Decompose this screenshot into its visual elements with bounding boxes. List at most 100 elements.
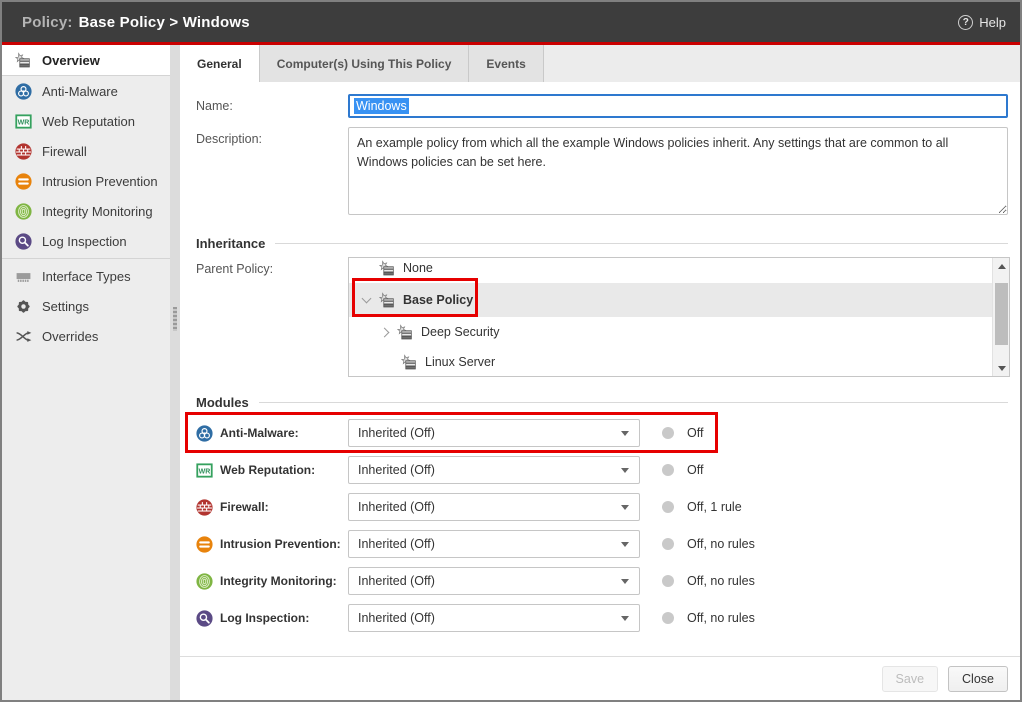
tree-item-linux-server[interactable]: Linux Server	[349, 347, 992, 376]
sidebar-item-overrides[interactable]: Overrides	[2, 321, 170, 351]
name-input-selected-text: Windows	[354, 98, 409, 114]
scroll-down-icon	[998, 366, 1006, 371]
sidebar-separator	[2, 258, 170, 259]
tab-computers-using-policy[interactable]: Computer(s) Using This Policy	[260, 45, 470, 82]
tab-bar: General Computer(s) Using This Policy Ev…	[180, 45, 1020, 82]
scroll-down-button[interactable]	[993, 360, 1010, 376]
sidebar-item-label: Integrity Monitoring	[42, 204, 153, 219]
save-button[interactable]: Save	[882, 666, 939, 692]
app-window: Policy:Base Policy > Windows ? Help Over…	[0, 0, 1022, 702]
tree-scrollbar[interactable]	[992, 258, 1009, 376]
sidebar-item-integrity-monitoring[interactable]: Integrity Monitoring	[2, 196, 170, 226]
modules-section-title: Modules	[196, 395, 249, 410]
page-title: Policy:Base Policy > Windows	[22, 14, 250, 31]
sidebar-splitter[interactable]	[170, 45, 180, 700]
parent-policy-listbox: None Base Policy Dee	[348, 257, 1010, 377]
web-reputation-state-dropdown[interactable]: Inherited (Off)	[348, 456, 640, 484]
module-row-web-reputation: Web Reputation: Inherited (Off) Off	[196, 456, 1008, 484]
intrusion-prevention-state-dropdown[interactable]: Inherited (Off)	[348, 530, 640, 558]
module-label: Intrusion Prevention:	[196, 536, 348, 553]
sidebar-item-label: Overrides	[42, 329, 98, 344]
sidebar-item-label: Anti-Malware	[42, 84, 118, 99]
policy-icon	[379, 292, 396, 309]
module-row-anti-malware: Anti-Malware: Inherited (Off) Off	[196, 419, 1008, 447]
sidebar-item-web-reputation[interactable]: Web Reputation	[2, 106, 170, 136]
help-label: Help	[979, 15, 1006, 30]
anti-malware-state-dropdown[interactable]: Inherited (Off)	[348, 419, 640, 447]
description-textarea[interactable]: An example policy from which all the exa…	[348, 127, 1008, 215]
anti-malware-icon	[196, 425, 213, 442]
description-label: Description:	[196, 127, 348, 220]
firewall-state-dropdown[interactable]: Inherited (Off)	[348, 493, 640, 521]
tree-item-label: Linux Server	[425, 355, 495, 369]
status-dot	[662, 464, 674, 476]
tab-events[interactable]: Events	[469, 45, 543, 82]
sidebar-item-anti-malware[interactable]: Anti-Malware	[2, 76, 170, 106]
intrusion-prevention-icon	[15, 173, 32, 190]
sidebar-item-firewall[interactable]: Firewall	[2, 136, 170, 166]
sidebar-item-label: Overview	[42, 53, 100, 68]
module-status-text: Off	[687, 426, 703, 440]
page-title-prefix: Policy:	[22, 14, 73, 31]
module-row-firewall: Firewall: Inherited (Off) Off, 1 rule	[196, 493, 1008, 521]
overrides-shuffle-icon	[15, 328, 32, 345]
inheritance-section-title: Inheritance	[196, 236, 265, 251]
tab-general[interactable]: General	[180, 45, 260, 82]
dropdown-selected-value: Inherited (Off)	[358, 574, 435, 588]
tree-item-base-policy[interactable]: Base Policy	[349, 283, 992, 317]
chevron-right-icon[interactable]	[380, 327, 390, 337]
interface-types-icon	[15, 268, 32, 285]
integrity-monitoring-state-dropdown[interactable]: Inherited (Off)	[348, 567, 640, 595]
module-row-log-inspection: Log Inspection: Inherited (Off) Off, no …	[196, 604, 1008, 632]
dropdown-selected-value: Inherited (Off)	[358, 537, 435, 551]
status-dot	[662, 575, 674, 587]
dropdown-selected-value: Inherited (Off)	[358, 463, 435, 477]
web-reputation-icon	[15, 113, 32, 130]
integrity-monitoring-icon	[196, 573, 213, 590]
sidebar-item-log-inspection[interactable]: Log Inspection	[2, 226, 170, 256]
anti-malware-icon	[15, 83, 32, 100]
sidebar-item-settings[interactable]: Settings	[2, 291, 170, 321]
intrusion-prevention-icon	[196, 536, 213, 553]
status-dot	[662, 427, 674, 439]
help-icon: ?	[958, 15, 973, 30]
status-dot	[662, 612, 674, 624]
close-button[interactable]: Close	[948, 666, 1008, 692]
log-inspection-state-dropdown[interactable]: Inherited (Off)	[348, 604, 640, 632]
modules-section-header: Modules	[196, 395, 1008, 410]
section-rule	[275, 243, 1008, 244]
log-inspection-icon	[15, 233, 32, 250]
module-status-text: Off	[687, 463, 703, 477]
tree-item-none[interactable]: None	[349, 257, 992, 283]
section-rule	[259, 402, 1008, 403]
inheritance-section-header: Inheritance	[196, 236, 1008, 251]
tree-item-label: Deep Security	[421, 325, 500, 339]
chevron-down-icon[interactable]	[362, 294, 372, 304]
tree-item-label: Base Policy	[403, 293, 473, 307]
settings-gear-icon	[15, 298, 32, 315]
module-status-text: Off, no rules	[687, 537, 755, 551]
sidebar-item-label: Interface Types	[42, 269, 131, 284]
policy-icon	[397, 324, 414, 341]
sidebar-item-intrusion-prevention[interactable]: Intrusion Prevention	[2, 166, 170, 196]
scrollbar-thumb[interactable]	[995, 283, 1008, 345]
sidebar-item-label: Intrusion Prevention	[42, 174, 158, 189]
general-tab-panel: Name: Windows Description: An example po…	[180, 82, 1020, 656]
dropdown-arrow-icon	[621, 505, 629, 510]
module-row-intrusion-prevention: Intrusion Prevention: Inherited (Off) Of…	[196, 530, 1008, 558]
sidebar-item-interface-types[interactable]: Interface Types	[2, 261, 170, 291]
web-reputation-icon	[196, 462, 213, 479]
title-bar: Policy:Base Policy > Windows ? Help	[2, 2, 1020, 42]
sidebar-item-overview[interactable]: Overview	[2, 45, 170, 76]
module-label: Web Reputation:	[196, 462, 348, 479]
help-button[interactable]: ? Help	[958, 15, 1006, 30]
splitter-grip-handle[interactable]	[173, 307, 177, 331]
name-input[interactable]: Windows	[348, 94, 1008, 118]
sidebar-item-label: Settings	[42, 299, 89, 314]
status-dot	[662, 501, 674, 513]
status-dot	[662, 538, 674, 550]
scroll-up-button[interactable]	[993, 258, 1010, 274]
sidebar-item-label: Log Inspection	[42, 234, 127, 249]
tree-item-deep-security[interactable]: Deep Security	[349, 317, 992, 347]
dropdown-arrow-icon	[621, 616, 629, 621]
